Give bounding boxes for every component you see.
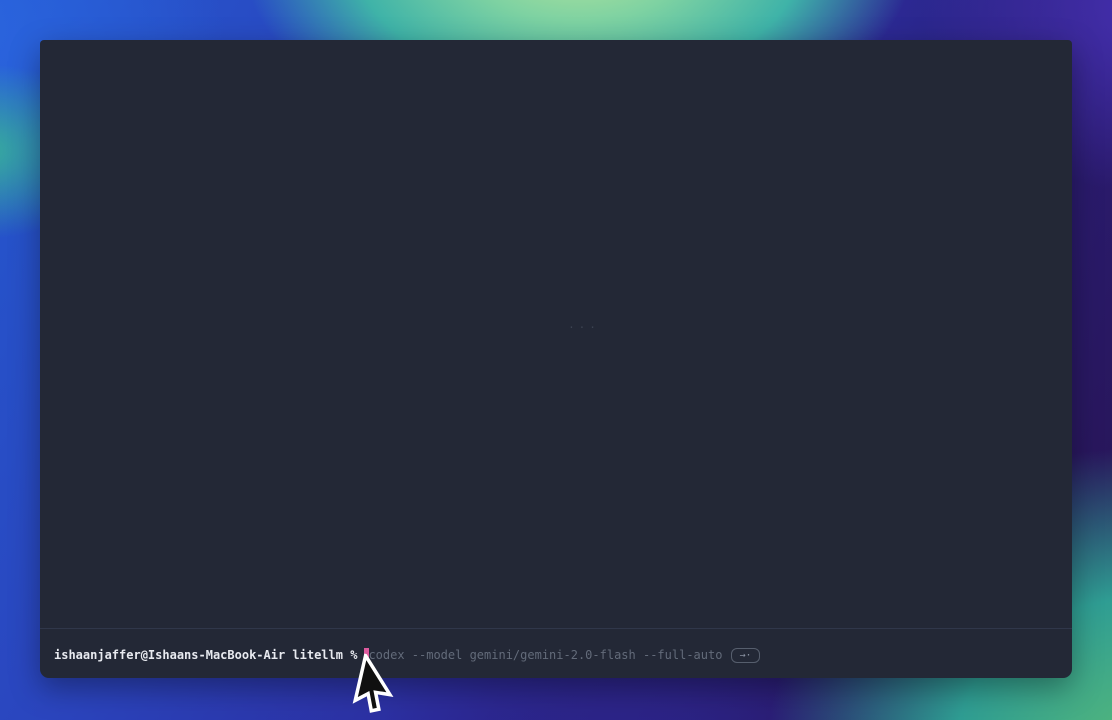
terminal-window[interactable]: ··· ishaanjaffer@Ishaans-MacBook-Air lit… (40, 40, 1072, 678)
prompt-separator-line (40, 628, 1072, 629)
shell-prompt: ishaanjaffer@Ishaans-MacBook-Air litellm… (54, 647, 357, 663)
accept-suggestion-hint-badge: →· (731, 648, 759, 663)
command-prompt-row[interactable]: ishaanjaffer@Ishaans-MacBook-Air litellm… (54, 647, 1062, 663)
autosuggestion-text: codex --model gemini/gemini-2.0-flash --… (368, 647, 722, 663)
terminal-faded-ellipsis: ··· (544, 321, 624, 334)
